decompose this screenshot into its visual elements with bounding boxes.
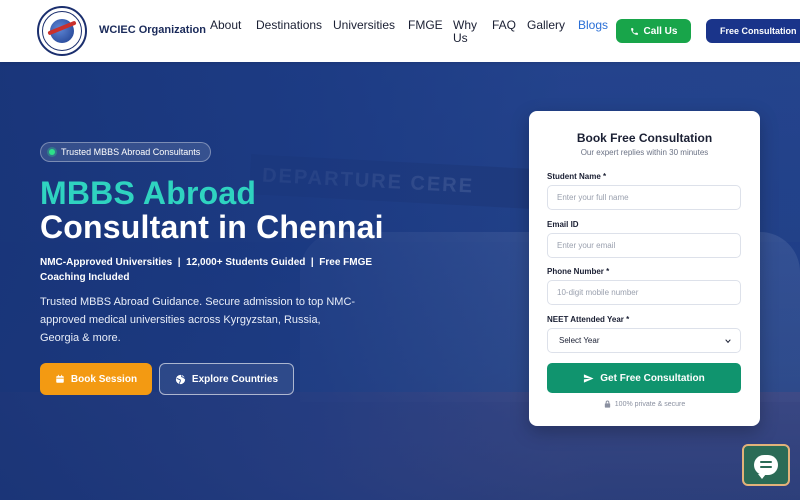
call-us-button[interactable]: Call Us (616, 19, 691, 43)
email-input[interactable] (547, 233, 741, 258)
phone-input[interactable] (547, 280, 741, 305)
submit-label: Get Free Consultation (600, 372, 705, 384)
secure-note: 100% private & secure (529, 400, 760, 408)
consultation-form-card: Book Free Consultation Our expert replie… (529, 111, 760, 426)
globe-icon (175, 374, 186, 385)
nav-faq[interactable]: FAQ (492, 19, 516, 32)
status-dot-icon (49, 149, 55, 155)
form-title: Book Free Consultation (576, 131, 713, 145)
hero-stats: NMC-Approved Universities | 12,000+ Stud… (40, 257, 375, 283)
site-header: WCIEC Organization About Destinations Un… (0, 0, 800, 62)
neet-year-label: NEET Attended Year * (547, 315, 630, 324)
hero-title-line2: Consultant in Chennai (40, 209, 384, 245)
trusted-badge-text: Trusted MBBS Abroad Consultants (61, 147, 201, 157)
hero-section: DEPARTURE CERE Trusted MBBS Abroad Consu… (0, 62, 800, 500)
explore-countries-button[interactable]: Explore Countries (159, 363, 294, 395)
nav-why-us[interactable]: Why Us (453, 19, 481, 45)
book-session-button[interactable]: Book Session (40, 363, 152, 395)
hero-title-line1: MBBS Abroad (40, 175, 257, 211)
phone-label: Phone Number * (547, 267, 610, 276)
chevron-down-icon (724, 337, 732, 345)
chat-icon (754, 455, 778, 479)
email-label: Email ID (547, 220, 579, 229)
call-us-label: Call Us (643, 25, 678, 37)
brand-logo[interactable] (37, 6, 87, 56)
explore-countries-label: Explore Countries (191, 373, 279, 385)
nav-fmge[interactable]: FMGE (408, 19, 443, 32)
neet-year-value: Select Year (559, 336, 600, 345)
phone-icon (630, 27, 639, 36)
calendar-icon (55, 374, 65, 384)
secure-note-text: 100% private & secure (614, 400, 686, 408)
trusted-badge: Trusted MBBS Abroad Consultants (40, 142, 212, 162)
brand-name[interactable]: WCIEC Organization (99, 24, 206, 36)
nav-about[interactable]: About (210, 19, 241, 32)
hero-description: Trusted MBBS Abroad Guidance. Secure adm… (40, 296, 356, 344)
neet-year-select[interactable]: Select Year (547, 328, 741, 353)
chat-widget-button[interactable] (742, 444, 790, 486)
lock-icon (604, 400, 611, 408)
book-session-label: Book Session (70, 373, 138, 385)
get-free-consultation-button[interactable]: Get Free Consultation (547, 363, 741, 393)
nav-blogs[interactable]: Blogs (578, 19, 608, 32)
send-icon (583, 373, 594, 384)
free-consultation-button[interactable]: Free Consultation (706, 19, 800, 43)
nav-gallery[interactable]: Gallery (527, 19, 565, 32)
form-subtitle: Our expert replies within 30 minutes (580, 148, 709, 157)
student-name-label: Student Name * (547, 172, 607, 181)
nav-universities[interactable]: Universities (333, 19, 395, 32)
nav-destinations[interactable]: Destinations (256, 19, 322, 32)
student-name-input[interactable] (547, 185, 741, 210)
